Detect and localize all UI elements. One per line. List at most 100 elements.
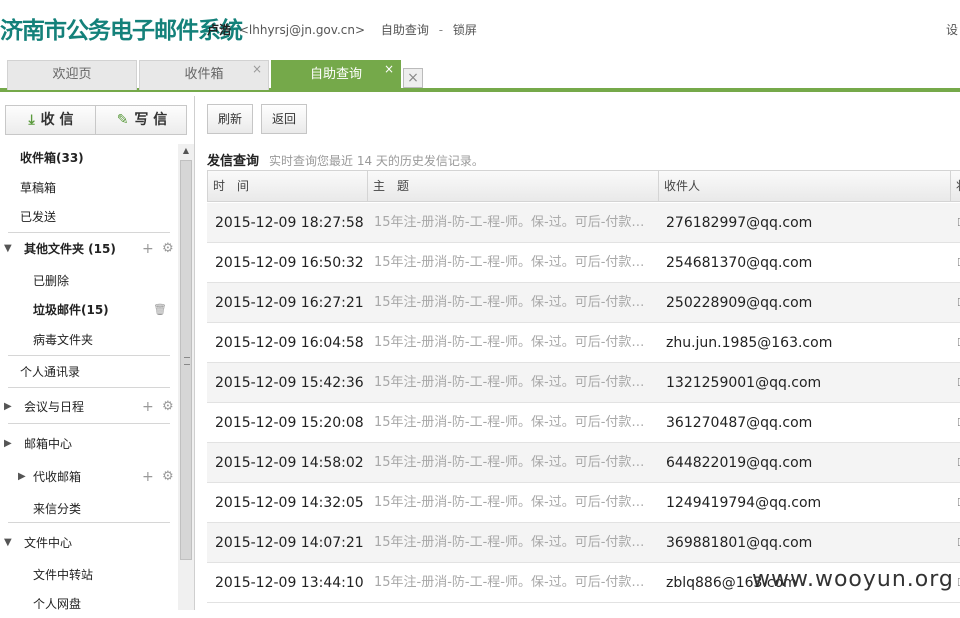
tab-label: 收件箱 <box>184 67 224 82</box>
scroll-up-icon[interactable]: ▲ <box>178 144 194 158</box>
column-header-subject[interactable]: 主 题 <box>368 171 659 201</box>
add-icon[interactable]: + <box>142 463 154 491</box>
settings-link[interactable]: 设 <box>946 21 960 38</box>
recipient-email: zhu.jun.1985@163.com <box>666 335 833 351</box>
chevron-right-icon[interactable]: ▶ <box>4 430 12 458</box>
refresh-button[interactable]: 刷新 <box>207 104 254 134</box>
table-row[interactable]: 2015-12-09 16:27:21 15年注-册消-防-工-程-师。保-过。可… <box>207 283 960 323</box>
sidebar-item-proxy-mailbox[interactable]: ▶ 代收邮箱 + ⚙ <box>0 463 178 491</box>
sidebar-item-label: 文件中转站 <box>33 568 94 582</box>
sidebar-item-personal-disk[interactable]: 个人网盘 <box>0 590 178 618</box>
table-row[interactable]: 2015-12-09 15:42:36 15年注-册消-防-工-程-师。保-过。可… <box>207 363 960 403</box>
chevron-right-icon[interactable]: ▶ <box>18 463 26 491</box>
gear-icon[interactable]: ⚙ <box>162 463 174 491</box>
sent-time: 2015-12-09 14:58:02 <box>215 455 364 471</box>
tab-label: 欢迎页 <box>52 67 92 82</box>
trash-icon[interactable]: 🗑 <box>153 296 167 324</box>
add-icon[interactable]: + <box>142 393 154 421</box>
column-header-recipient[interactable]: 收件人 <box>659 171 951 201</box>
tab-inbox[interactable]: 收件箱 × <box>139 60 269 90</box>
table-row[interactable]: 2015-12-09 14:32:05 15年注-册消-防-工-程-师。保-过。可… <box>207 483 960 523</box>
mail-subject[interactable]: 15年注-册消-防-工-程-师。保-过。可后-付款… <box>374 563 659 603</box>
app-logo: 济南市公务电子邮件系统 <box>0 18 243 44</box>
recipient-email: 250228909@qq.com <box>666 295 813 311</box>
write-button[interactable]: ✎ 写 信 <box>97 106 187 134</box>
mail-subject[interactable]: 15年注-册消-防-工-程-师。保-过。可后-付款… <box>374 403 659 443</box>
add-icon[interactable]: + <box>142 235 154 263</box>
column-header-status[interactable]: 状 <box>951 171 960 201</box>
write-label: 写 信 <box>134 112 168 128</box>
sidebar-item-label: 来信分类 <box>33 502 82 516</box>
section-subtitle: 实时查询您最近 14 天的历史发信记录。 <box>269 154 484 168</box>
table-row[interactable]: 2015-12-09 14:07:21 15年注-册消-防-工-程-师。保-过。可… <box>207 523 960 563</box>
sidebar-item-drafts[interactable]: 草稿箱 <box>0 174 178 202</box>
tab-label: 自助查询 <box>309 67 362 82</box>
sent-time: 2015-12-09 16:04:58 <box>215 335 364 351</box>
recipient-email: 644822019@qq.com <box>666 455 813 471</box>
chevron-down-icon[interactable]: ▼ <box>4 235 12 263</box>
mail-subject[interactable]: 15年注-册消-防-工-程-师。保-过。可后-付款… <box>374 363 659 403</box>
chevron-down-icon[interactable]: ▼ <box>4 529 12 557</box>
mail-subject[interactable]: 15年注-册消-防-工-程-师。保-过。可后-付款… <box>374 283 659 323</box>
table-header: 时 间 主 题 收件人 状 <box>207 170 960 202</box>
column-header-time[interactable]: 时 间 <box>208 171 368 201</box>
sidebar-item-file-transfer[interactable]: 文件中转站 <box>0 561 178 589</box>
sidebar-item-label: 邮箱中心 <box>24 437 73 451</box>
sidebar-item-meetings[interactable]: ▶ 会议与日程 + ⚙ <box>0 393 178 421</box>
mail-subject[interactable]: 15年注-册消-防-工-程-师。保-过。可后-付款… <box>374 323 659 363</box>
mail-subject[interactable]: 15年注-册消-防-工-程-师。保-过。可后-付款… <box>374 203 659 243</box>
tab-self-query[interactable]: 自助查询 × <box>271 60 401 90</box>
watermark: www.wooyun.org <box>752 567 954 592</box>
recipient-email: 276182997@qq.com <box>666 215 813 231</box>
mail-subject[interactable]: 15年注-册消-防-工-程-师。保-过。可后-付款… <box>374 243 659 283</box>
sidebar-item-mailbox-center[interactable]: ▶ 邮箱中心 <box>0 430 178 458</box>
grip-icon <box>184 357 190 365</box>
sent-time: 2015-12-09 14:32:05 <box>215 495 364 511</box>
mail-subject[interactable]: 15年注-册消-防-工-程-师。保-过。可后-付款… <box>374 483 659 523</box>
sent-time: 2015-12-09 13:44:10 <box>215 575 364 591</box>
table-row[interactable]: 2015-12-09 18:27:58 15年注-册消-防-工-程-师。保-过。可… <box>207 203 960 243</box>
sidebar-item-sent[interactable]: 已发送 <box>0 203 178 231</box>
sidebar-item-file-center[interactable]: ▼ 文件中心 <box>0 529 178 557</box>
divider <box>95 106 96 134</box>
table-row[interactable]: 2015-12-09 14:58:02 15年注-册消-防-工-程-师。保-过。可… <box>207 443 960 483</box>
lock-screen-link[interactable]: 锁屏 <box>453 23 477 37</box>
close-all-icon[interactable]: × <box>403 68 423 88</box>
table-row[interactable]: 2015-12-09 16:50:32 15年注-册消-防-工-程-师。保-过。可… <box>207 243 960 283</box>
close-icon[interactable]: × <box>252 55 262 83</box>
sidebar-item-deleted[interactable]: 已删除 <box>0 267 178 295</box>
sidebar-item-contacts[interactable]: 个人通讯录 <box>0 358 178 386</box>
compose-toolbar: ⤓ 收 信 ✎ 写 信 <box>5 105 187 135</box>
divider <box>8 387 170 388</box>
recipient-email: 1321259001@qq.com <box>666 375 822 391</box>
recipient-email: 361270487@qq.com <box>666 415 813 431</box>
sidebar-item-label: 垃圾邮件(15) <box>33 303 109 317</box>
table-row[interactable]: 2015-12-09 16:04:58 15年注-册消-防-工-程-师。保-过。可… <box>207 323 960 363</box>
sent-time: 2015-12-09 16:27:21 <box>215 295 364 311</box>
sent-time: 2015-12-09 16:50:32 <box>215 255 364 271</box>
gear-icon[interactable]: ⚙ <box>162 235 174 263</box>
sent-time: 2015-12-09 15:42:36 <box>215 375 364 391</box>
receive-button[interactable]: ⤓ 收 信 <box>6 106 96 134</box>
sidebar-item-inbox[interactable]: 收件箱(33) <box>0 144 178 172</box>
close-icon[interactable]: × <box>384 55 394 83</box>
section-title: 发信查询 实时查询您最近 14 天的历史发信记录。 <box>207 150 484 169</box>
self-query-link[interactable]: 自助查询 <box>381 23 429 37</box>
sidebar-item-label: 个人通讯录 <box>20 365 81 379</box>
scroll-thumb[interactable] <box>180 160 192 560</box>
table-row[interactable]: 2015-12-09 15:20:08 15年注-册消-防-工-程-师。保-过。可… <box>207 403 960 443</box>
sidebar-item-other-folders[interactable]: ▼ 其他文件夹 (15) + ⚙ <box>0 235 178 263</box>
download-icon: ⤓ <box>28 112 35 128</box>
sidebar-item-mail-rules[interactable]: 来信分类 <box>0 495 178 523</box>
back-button[interactable]: 返回 <box>261 104 308 134</box>
tab-welcome[interactable]: 欢迎页 <box>7 60 137 90</box>
sidebar-scrollbar[interactable]: ▲ <box>178 144 194 610</box>
gear-icon[interactable]: ⚙ <box>162 393 174 421</box>
sidebar-item-spam[interactable]: 垃圾邮件(15) 🗑 <box>0 296 178 324</box>
compose-icon: ✎ <box>116 112 129 128</box>
sidebar-item-virus[interactable]: 病毒文件夹 <box>0 326 178 354</box>
mail-subject[interactable]: 15年注-册消-防-工-程-师。保-过。可后-付款… <box>374 523 659 563</box>
chevron-right-icon[interactable]: ▶ <box>4 393 12 421</box>
mail-subject[interactable]: 15年注-册消-防-工-程-师。保-过。可后-付款… <box>374 443 659 483</box>
sidebar-item-label: 已删除 <box>33 274 70 288</box>
